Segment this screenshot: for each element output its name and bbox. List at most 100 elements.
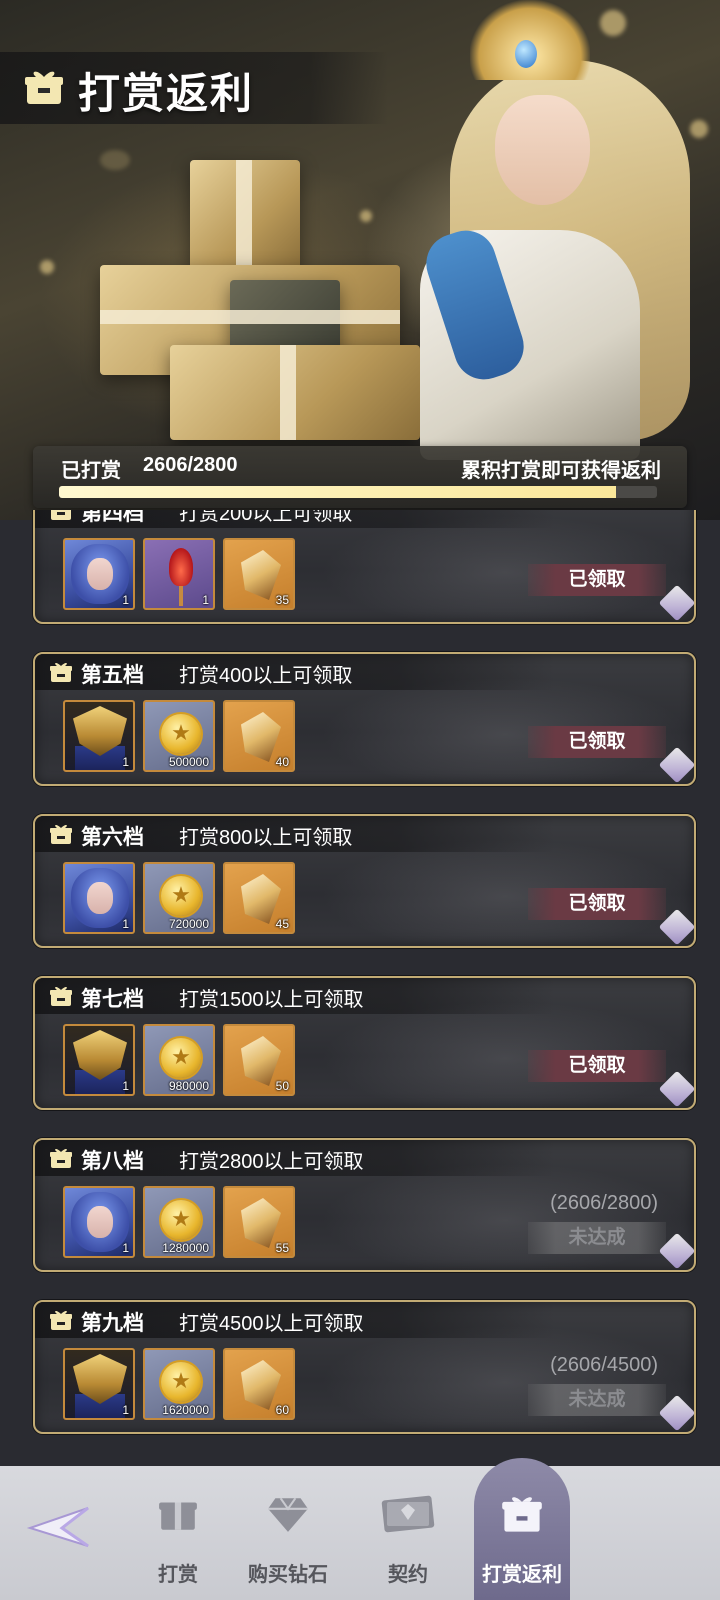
tier-condition: 打赏400以上可领取: [179, 665, 353, 687]
goddess-face: [495, 95, 590, 205]
diamond-icon: [268, 1497, 308, 1532]
tier-condition: 打赏2800以上可领取: [179, 1151, 364, 1173]
bokeh-light: [100, 150, 130, 170]
tier-header: 第七档 打赏1500以上可领取: [35, 978, 555, 1014]
reward-item-shard[interactable]: 60: [223, 1348, 295, 1420]
reward-item-gold-coin[interactable]: 980000: [143, 1024, 215, 1096]
tier-name: 第四档: [81, 510, 144, 525]
tier-header: 第五档 打赏400以上可领取: [35, 654, 555, 690]
claimed-button[interactable]: 已领取: [528, 1050, 666, 1082]
tier-card: 第九档 打赏4500以上可领取 1 1620000 60 (2606/4500) 未达成: [33, 1300, 696, 1434]
tier-condition: 打赏1500以上可领取: [179, 989, 364, 1011]
tier-header: 第六档 打赏800以上可领取: [35, 816, 555, 852]
reward-count: 1: [122, 1241, 129, 1255]
tier-name: 第七档: [81, 988, 144, 1011]
gift-icon: [50, 1310, 72, 1330]
bokeh-light: [40, 260, 54, 274]
progress-value: 2606/2800: [143, 454, 238, 476]
nav-label: 购买钻石: [248, 1564, 328, 1586]
progress-fill: [59, 486, 616, 498]
gift-ribbon: [100, 310, 400, 324]
gift-icon: [50, 824, 72, 844]
reward-item-hero-portrait[interactable]: 1: [63, 1186, 135, 1258]
claimed-button[interactable]: 已领取: [528, 888, 666, 920]
tier-name: 第五档: [81, 664, 144, 687]
tier-progress: (2606/2800): [550, 1192, 658, 1214]
tier-card: 第六档 打赏800以上可领取 1 720000 45 已领取: [33, 814, 696, 948]
gold-coin-icon: [161, 1038, 201, 1078]
reward-item-shard[interactable]: 35: [223, 538, 295, 610]
reward-count: 1280000: [162, 1241, 209, 1255]
reward-count: 720000: [168, 917, 209, 931]
reward-count: 1: [122, 1403, 129, 1417]
gold-coin-icon: [161, 714, 201, 754]
reward-item-shard[interactable]: 55: [223, 1186, 295, 1258]
nav-label: 打赏: [158, 1564, 198, 1586]
reward-count: 35: [275, 593, 289, 607]
bokeh-light: [600, 10, 626, 36]
hero-face: [87, 882, 113, 914]
crown-gem: [515, 40, 537, 68]
tier-card: 第四档 打赏200以上可领取 1 1 35 已领取: [33, 510, 696, 624]
reward-item-shard[interactable]: 40: [223, 700, 295, 772]
reward-item-golden-mask[interactable]: 1: [63, 1024, 135, 1096]
tier-card: 第八档 打赏2800以上可领取 1 1280000 55 (2606/2800) 未达成: [33, 1138, 696, 1272]
gift-icon: [51, 510, 71, 520]
hero-face: [87, 1206, 113, 1238]
claimed-button[interactable]: 已领取: [528, 726, 666, 758]
not-reached-button[interactable]: 未达成: [528, 1222, 666, 1254]
claimed-button[interactable]: 已领取: [528, 564, 666, 596]
tier-name: 第六档: [81, 826, 144, 849]
gift-icon: [50, 986, 72, 1006]
gift-icon: [50, 662, 72, 682]
bokeh-light: [360, 210, 372, 222]
reward-count: 1: [202, 593, 209, 607]
reward-count: 60: [275, 1403, 289, 1417]
reward-item-hero-portrait[interactable]: 1: [63, 862, 135, 934]
reward-count: 1: [122, 1079, 129, 1093]
tier-condition: 打赏800以上可领取: [179, 827, 353, 849]
reward-item-gold-coin[interactable]: 500000: [143, 700, 215, 772]
hero-face: [87, 558, 113, 590]
reward-item-gold-coin[interactable]: 720000: [143, 862, 215, 934]
reward-item-flame-item[interactable]: 1: [143, 538, 215, 610]
reward-item-gold-coin[interactable]: 1620000: [143, 1348, 215, 1420]
nav-tab-contract[interactable]: 契约: [368, 1466, 448, 1600]
reward-count: 1: [122, 917, 129, 931]
nav-tab-buy-diamonds[interactable]: 购买钻石: [238, 1466, 338, 1600]
flame-icon: [169, 548, 193, 586]
tier-card: 第五档 打赏400以上可领取 1 500000 40 已领取: [33, 652, 696, 786]
nav-tab-reward[interactable]: 打赏: [140, 1466, 216, 1600]
reward-count: 1: [122, 755, 129, 769]
tier-list[interactable]: 第四档打赏200以上可领取1135已领取第五档打赏400以上可领取1500000…: [0, 510, 720, 1485]
gift-return-icon: [502, 1497, 542, 1532]
reward-item-shard[interactable]: 45: [223, 862, 295, 934]
tier-condition: 打赏200以上可领取: [179, 510, 353, 525]
gold-coin-icon: [161, 1200, 201, 1240]
tier-header: 第四档 打赏200以上可领取: [35, 510, 555, 528]
reward-item-shard[interactable]: 50: [223, 1024, 295, 1096]
nav-label: 契约: [388, 1564, 428, 1586]
not-reached-button[interactable]: 未达成: [528, 1384, 666, 1416]
reward-item-golden-mask[interactable]: 1: [63, 700, 135, 772]
progress-track: [59, 486, 657, 498]
back-arrow-icon[interactable]: [22, 1504, 92, 1550]
reward-item-golden-mask[interactable]: 1: [63, 1348, 135, 1420]
bokeh-light: [690, 120, 708, 138]
tier-name: 第九档: [81, 1312, 144, 1335]
progress-label: 已打赏: [61, 460, 121, 482]
gold-coin-icon: [161, 1362, 201, 1402]
gift-icon: [25, 71, 63, 104]
contract-icon: [381, 1495, 435, 1533]
reward-count: 40: [275, 755, 289, 769]
reward-count: 980000: [168, 1079, 209, 1093]
reward-count: 1620000: [162, 1403, 209, 1417]
flame-stem: [179, 584, 183, 606]
gold-coin-icon: [161, 876, 201, 916]
reward-count: 55: [275, 1241, 289, 1255]
reward-item-hero-portrait[interactable]: 1: [63, 538, 135, 610]
tier-condition: 打赏4500以上可领取: [179, 1313, 364, 1335]
progress-hint: 累积打赏即可获得返利: [461, 460, 661, 482]
reward-item-gold-coin[interactable]: 1280000: [143, 1186, 215, 1258]
tier-header: 第九档 打赏4500以上可领取: [35, 1302, 555, 1338]
